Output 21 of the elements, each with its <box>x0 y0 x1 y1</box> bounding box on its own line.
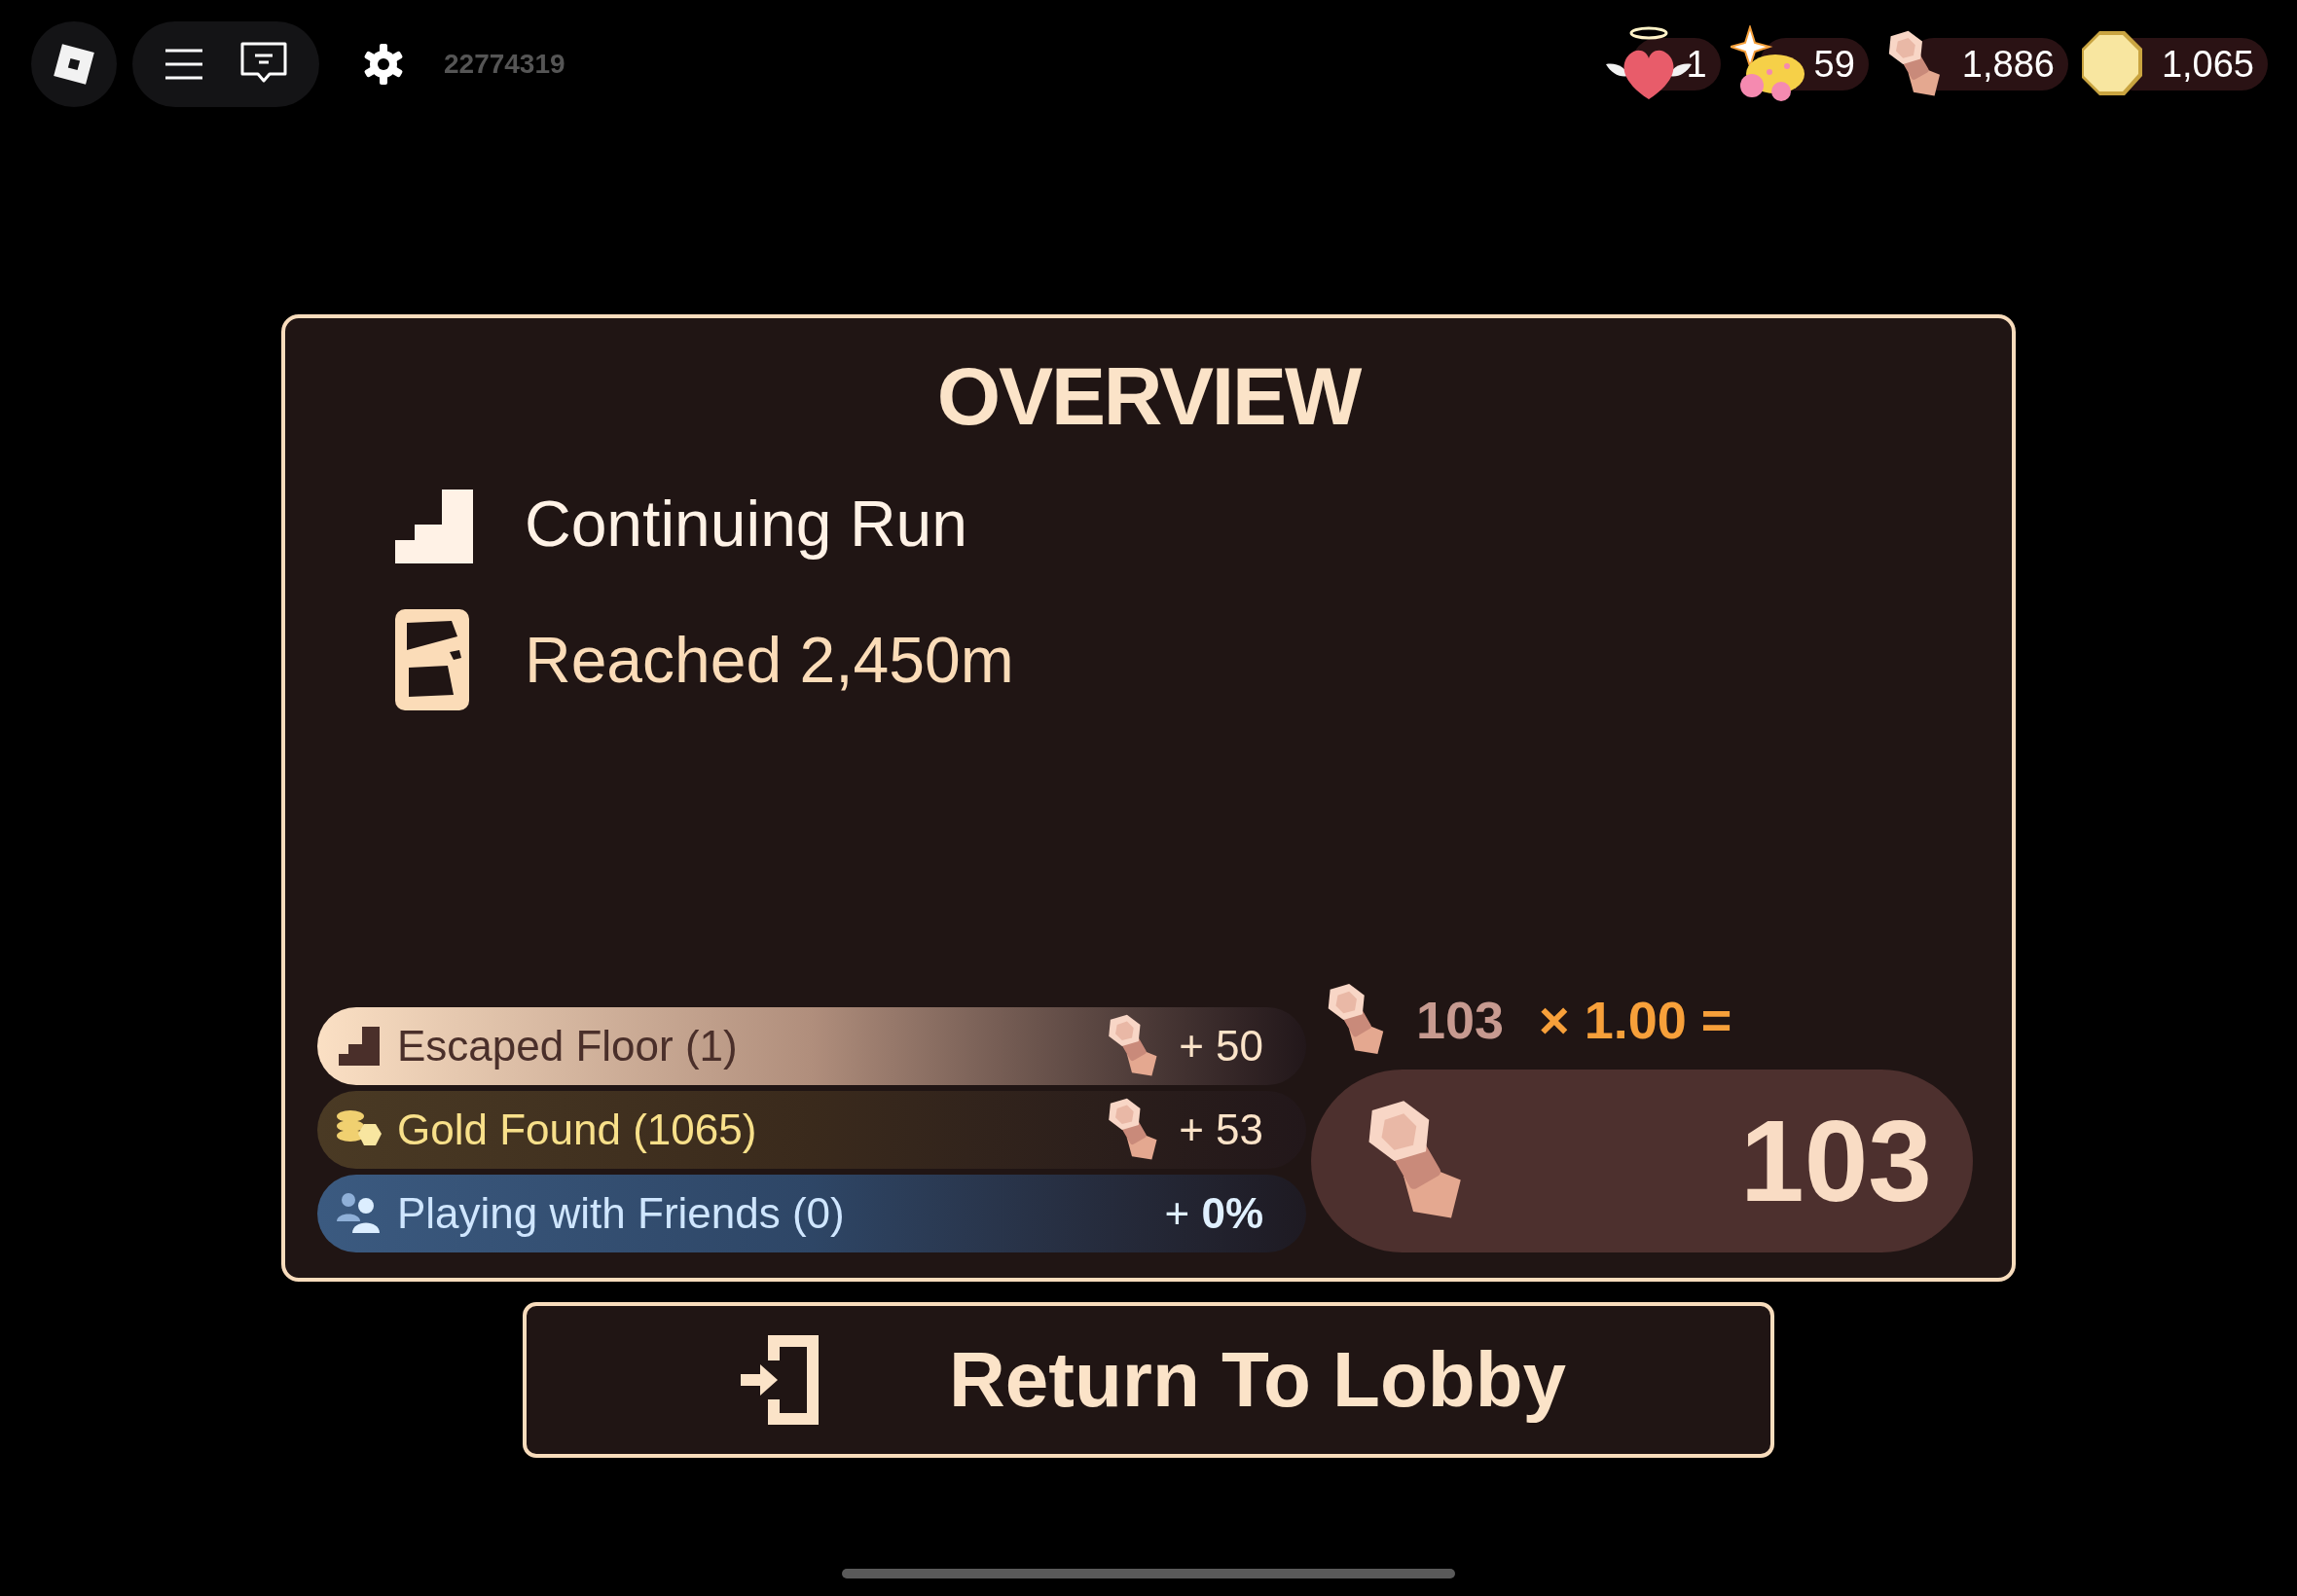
overview-line: Reached 2,450m <box>525 622 1014 698</box>
total-amount: 103 <box>1740 1104 1932 1218</box>
base-amount: 103 <box>1416 989 1505 1051</box>
reward-bonus: + 0% <box>1164 1188 1263 1239</box>
reward-label: Gold Found (1065) <box>397 1105 757 1155</box>
currency-amount: 1,886 <box>1961 42 2055 87</box>
reward-label: Escaped Floor (1) <box>397 1021 738 1071</box>
return-to-lobby-button[interactable]: Return To Lobby <box>523 1302 1774 1458</box>
overview-line: Continuing Run <box>525 487 967 562</box>
currency-amount: 59 <box>1813 42 1855 87</box>
menu-icon[interactable] <box>164 48 204 81</box>
settings-icon[interactable] <box>362 43 405 86</box>
currency-amount: 1,065 <box>2161 42 2254 87</box>
reward-bonus: + 50 <box>1179 1021 1263 1071</box>
overview-title: OVERVIEW <box>935 355 1363 437</box>
multiplier-text: × 1.00 = <box>1539 989 1732 1051</box>
reward-label: Playing with Friends (0) <box>397 1188 845 1239</box>
currency-amount: 1 <box>1686 42 1707 87</box>
reward-bonus: + 53 <box>1179 1105 1263 1155</box>
user-id-text: 22774319 <box>444 48 565 81</box>
map-icon <box>393 607 471 712</box>
